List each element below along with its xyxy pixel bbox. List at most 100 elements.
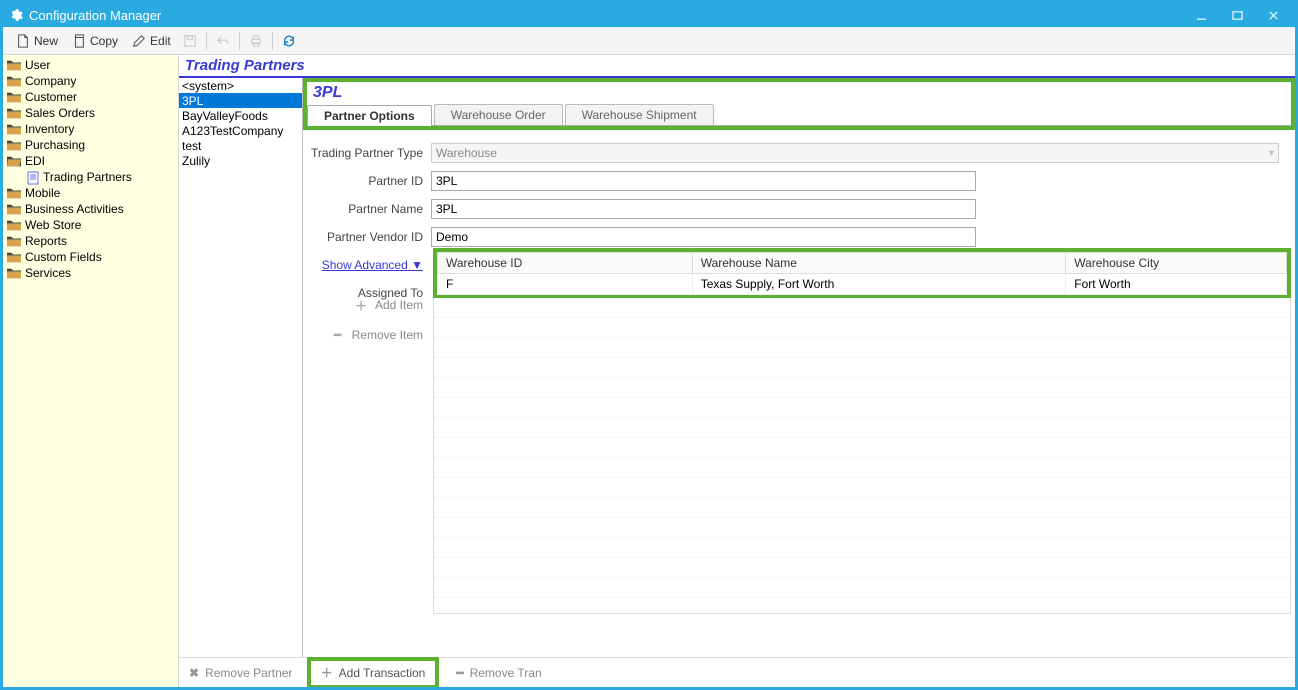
nav-mobile[interactable]: Mobile <box>3 185 178 201</box>
add-transaction-label: Add Transaction <box>339 666 426 680</box>
tab-row: Partner Options Warehouse Order Warehous… <box>307 104 1291 126</box>
tab-warehouse-shipment[interactable]: Warehouse Shipment <box>565 104 714 125</box>
undo-icon <box>216 34 230 48</box>
partner-item-zulily[interactable]: Zulily <box>179 153 302 168</box>
refresh-button[interactable] <box>277 30 301 52</box>
nav-label: User <box>25 58 50 72</box>
input-partner-vendor-id[interactable] <box>431 227 976 247</box>
edit-button[interactable]: Edit <box>125 30 178 52</box>
minus-icon: ━ <box>456 666 463 680</box>
nav-customer[interactable]: Customer <box>3 89 178 105</box>
document-icon <box>27 171 39 183</box>
print-button[interactable] <box>244 30 268 52</box>
minimize-button[interactable] <box>1183 5 1219 25</box>
remove-tran-label: Remove Tran <box>470 666 542 680</box>
nav-purchasing[interactable]: Purchasing <box>3 137 178 153</box>
print-icon <box>249 34 263 48</box>
col-warehouse-name[interactable]: Warehouse Name <box>692 253 1066 274</box>
col-warehouse-city[interactable]: Warehouse City <box>1066 253 1287 274</box>
copy-button-label: Copy <box>90 34 118 48</box>
gear-icon <box>9 8 23 22</box>
label-partner-id: Partner ID <box>303 174 431 188</box>
nav-label: Custom Fields <box>25 250 102 264</box>
new-file-icon <box>16 34 30 48</box>
nav-label: Mobile <box>25 186 60 200</box>
folder-icon <box>7 107 21 119</box>
nav-services[interactable]: Services <box>3 265 178 281</box>
label-partner-name: Partner Name <box>303 202 431 216</box>
folder-icon <box>7 75 21 87</box>
nav-business-activities[interactable]: Business Activities <box>3 201 178 217</box>
nav-inventory[interactable]: Inventory <box>3 121 178 137</box>
remove-transaction-button[interactable]: ━ Remove Tran <box>439 660 559 686</box>
cell-warehouse-id: F <box>438 274 693 295</box>
nav-company[interactable]: Company <box>3 73 178 89</box>
nav-trading-partners[interactable]: Trading Partners <box>3 169 178 185</box>
folder-icon <box>7 139 21 151</box>
col-warehouse-id[interactable]: Warehouse ID <box>438 253 693 274</box>
folder-icon <box>7 91 21 103</box>
save-button[interactable] <box>178 30 202 52</box>
partner-item-test[interactable]: test <box>179 138 302 153</box>
copy-icon <box>72 34 86 48</box>
nav-label: Trading Partners <box>43 170 132 184</box>
plus-icon: ＋ <box>321 664 333 681</box>
nav-label: Inventory <box>25 122 74 136</box>
page-title-bar: Trading Partners <box>179 55 1295 78</box>
bottom-actions: ✖ Remove Partner ＋ Add Transaction ━ Rem… <box>179 657 1295 687</box>
nav-label: EDI <box>25 154 45 168</box>
remove-partner-button[interactable]: ✖ Remove Partner <box>183 660 303 686</box>
folder-icon <box>7 267 21 279</box>
nav-edi[interactable]: EDI <box>3 153 178 169</box>
edit-button-label: Edit <box>150 34 171 48</box>
maximize-button[interactable] <box>1219 5 1255 25</box>
nav-user[interactable]: User <box>3 57 178 73</box>
nav-custom-fields[interactable]: Custom Fields <box>3 249 178 265</box>
nav-label: Web Store <box>25 218 81 232</box>
undo-button[interactable] <box>211 30 235 52</box>
copy-button[interactable]: Copy <box>65 30 125 52</box>
app-window: Configuration Manager New Copy Edit <box>0 0 1298 690</box>
nav-label: Customer <box>25 90 77 104</box>
toolbar: New Copy Edit <box>3 27 1295 55</box>
folder-icon <box>7 251 21 263</box>
partner-item-bayvalleyfoods[interactable]: BayValleyFoods <box>179 108 302 123</box>
select-trading-partner-type[interactable]: Warehouse <box>431 143 1279 163</box>
toolbar-separator <box>272 32 273 50</box>
main-panel: Trading Partners <system> 3PL BayValleyF… <box>179 55 1295 687</box>
page-title: Trading Partners <box>185 57 305 74</box>
input-partner-id[interactable] <box>431 171 976 191</box>
add-transaction-button[interactable]: ＋ Add Transaction <box>307 657 439 688</box>
nav-sales-orders[interactable]: Sales Orders <box>3 105 178 121</box>
warehouse-grid: Warehouse ID Warehouse Name Warehouse Ci… <box>433 248 1291 298</box>
nav-web-store[interactable]: Web Store <box>3 217 178 233</box>
close-button[interactable] <box>1255 5 1291 25</box>
detail-panel: 3PL Partner Options Warehouse Order Ware… <box>303 78 1295 657</box>
folder-icon <box>7 59 21 71</box>
save-icon <box>183 34 197 48</box>
x-icon: ✖ <box>189 666 199 680</box>
refresh-icon <box>282 34 296 48</box>
partner-item-a123testcompany[interactable]: A123TestCompany <box>179 123 302 138</box>
window-title: Configuration Manager <box>29 8 161 23</box>
partner-item-3pl[interactable]: 3PL <box>179 93 302 108</box>
nav-reports[interactable]: Reports <box>3 233 178 249</box>
label-partner-vendor-id: Partner Vendor ID <box>303 230 431 244</box>
toolbar-separator <box>206 32 207 50</box>
label-trading-partner-type: Trading Partner Type <box>303 146 431 160</box>
cell-warehouse-city: Fort Worth <box>1066 274 1287 295</box>
table-row[interactable]: F Texas Supply, Fort Worth Fort Worth <box>438 274 1287 295</box>
tab-warehouse-order[interactable]: Warehouse Order <box>434 104 563 125</box>
input-partner-name[interactable] <box>431 199 976 219</box>
toolbar-separator <box>239 32 240 50</box>
partner-item-system[interactable]: <system> <box>179 78 302 93</box>
nav-label: Sales Orders <box>25 106 95 120</box>
folder-icon <box>7 203 21 215</box>
folder-icon <box>7 123 21 135</box>
sidebar-nav: User Company Customer Sales Orders Inven… <box>3 55 179 687</box>
nav-label: Services <box>25 266 71 280</box>
nav-label: Purchasing <box>25 138 85 152</box>
tab-partner-options[interactable]: Partner Options <box>307 105 432 126</box>
new-button[interactable]: New <box>9 30 65 52</box>
folder-icon <box>7 219 21 231</box>
